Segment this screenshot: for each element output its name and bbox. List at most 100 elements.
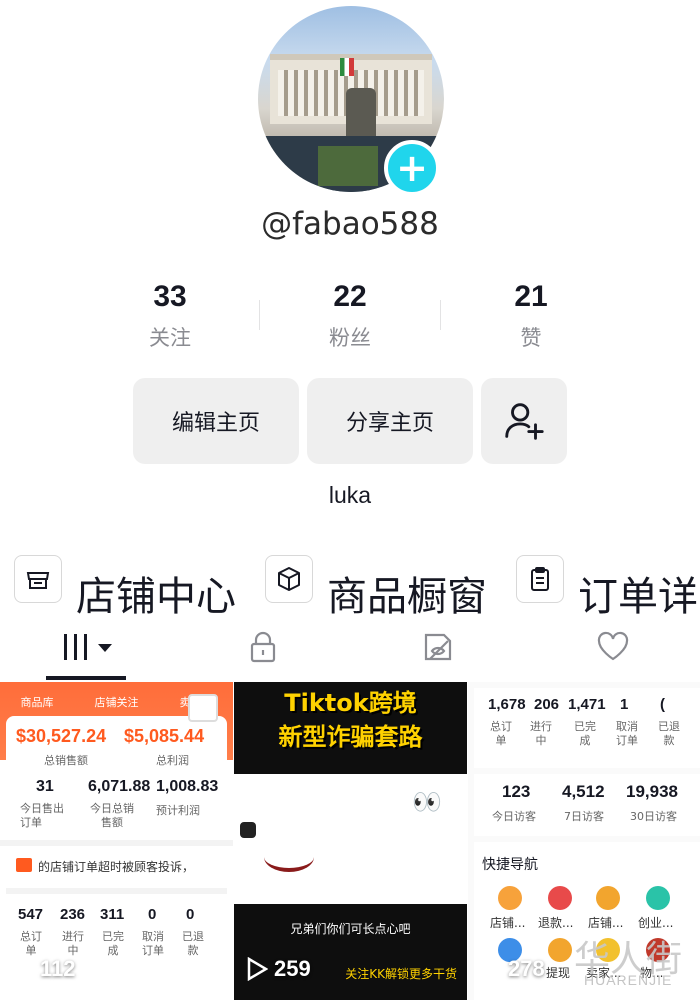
play-icon bbox=[247, 957, 268, 981]
shortcut-product-showcase[interactable]: 商品橱窗 bbox=[265, 536, 487, 622]
video-tile-2[interactable]: Tiktok跨境 新型诈骗套路 👀 兄弟们你们可长点心吧 关注KK解锁更多干货 … bbox=[234, 682, 467, 1000]
tile3-stat-label: 总订单 bbox=[490, 720, 512, 747]
tile1-stat-value: 236 bbox=[60, 906, 86, 923]
tile3-visitor-value: 4,512 bbox=[562, 782, 605, 801]
tile3-nav-label: 店铺... bbox=[588, 916, 624, 930]
shortcut-store-center[interactable]: 店铺中心 bbox=[14, 536, 236, 622]
video-tile-1[interactable]: 商品库 店铺关注 卖家信 $30,527.24 $5,085.44 总销售额 总… bbox=[0, 682, 233, 1000]
avatar-flag-shape bbox=[340, 58, 354, 76]
tile1-stat-value: 547 bbox=[18, 906, 44, 923]
tab-videos[interactable] bbox=[0, 614, 175, 680]
stat-following-label: 关注 bbox=[149, 326, 191, 350]
tile2-swirl-shape bbox=[264, 842, 314, 872]
tile1-profit-total: $5,085.44 bbox=[124, 726, 205, 746]
heart-icon bbox=[597, 631, 628, 661]
tile1-today-sales-label: 今日总销售额 bbox=[90, 802, 134, 829]
tile3-stat-label: 进行中 bbox=[530, 720, 552, 747]
tile1-notice-text: 的店铺订单超时被顾客投诉， bbox=[38, 860, 195, 874]
tile3-stat-label: 已退款 bbox=[658, 720, 680, 747]
lock-icon bbox=[250, 631, 275, 663]
tile3-stat-value: ( bbox=[660, 696, 665, 713]
stat-following[interactable]: 33 关注 bbox=[100, 280, 240, 352]
tile1-stat-label: 总订单 bbox=[20, 930, 42, 957]
add-avatar-button[interactable]: + bbox=[384, 140, 440, 196]
tile3-stat-value: 1 bbox=[620, 696, 629, 713]
stat-divider bbox=[440, 300, 441, 330]
edit-profile-label: 编辑主页 bbox=[171, 411, 260, 436]
add-user-icon bbox=[505, 403, 544, 440]
nav-startup-icon bbox=[646, 886, 670, 910]
tile1-today-orders: 31 bbox=[36, 778, 54, 795]
tab-liked[interactable] bbox=[525, 614, 700, 680]
tile1-expected-profit: 1,008.83 bbox=[156, 778, 219, 795]
tile3-nav-label: 店铺... bbox=[490, 916, 526, 930]
tile3-nav-label: 创业... bbox=[638, 916, 674, 930]
tiktok-logo bbox=[240, 822, 256, 838]
nav-store2-icon bbox=[596, 886, 620, 910]
tile2-footer: 关注KK解锁更多干货 bbox=[345, 967, 457, 981]
tile1-stat-value: 311 bbox=[100, 906, 125, 923]
grid-icon bbox=[63, 634, 112, 660]
tile3-nav-label: 退款... bbox=[538, 916, 574, 930]
play-icon bbox=[13, 957, 34, 981]
tile2-title-line1: Tiktok跨境 bbox=[284, 689, 417, 717]
avatar-statue-shape bbox=[346, 88, 376, 138]
tile3-visitor-value: 19,938 bbox=[626, 782, 678, 801]
nav-refund-icon bbox=[548, 886, 572, 910]
tile2-views: 259 bbox=[274, 956, 311, 981]
stat-likes[interactable]: 21 赞 bbox=[461, 280, 601, 352]
tile1-tab-1: 商品库 bbox=[20, 696, 54, 709]
clipboard-icon bbox=[516, 555, 564, 603]
watermark-text: HUARENJIE bbox=[584, 972, 673, 988]
store-icon bbox=[14, 555, 62, 603]
play-icon bbox=[481, 957, 502, 981]
stat-followers-label: 粉丝 bbox=[329, 326, 371, 350]
tile1-tab-2: 店铺关注 bbox=[94, 696, 139, 709]
tile1-expected-profit-label: 预计利润 bbox=[156, 804, 200, 817]
tile3-view-count: 278 bbox=[480, 956, 545, 982]
share-profile-button[interactable]: 分享主页 bbox=[307, 378, 473, 464]
edit-profile-button[interactable]: 编辑主页 bbox=[133, 378, 299, 464]
speaker-icon bbox=[16, 858, 32, 872]
tile2-subtitle: 兄弟们你们可长点心吧 bbox=[290, 922, 411, 936]
username: @fabao588 bbox=[261, 206, 439, 242]
active-tab-indicator bbox=[46, 676, 126, 680]
tab-private[interactable] bbox=[175, 614, 350, 680]
add-friend-button[interactable] bbox=[481, 378, 567, 464]
tile1-sales-total: $30,527.24 bbox=[16, 726, 107, 746]
tile1-today-orders-label: 今日售出订单 bbox=[20, 802, 64, 829]
tab-hidden[interactable] bbox=[350, 614, 525, 680]
stat-followers[interactable]: 22 粉丝 bbox=[280, 280, 420, 352]
profile-tabs bbox=[0, 614, 700, 680]
plus-icon: + bbox=[396, 146, 428, 190]
shortcut-order-details[interactable]: 订单详 bbox=[516, 536, 698, 622]
tile1-stat-label: 已退款 bbox=[182, 930, 204, 957]
tile3-order-panel: 1,678 206 1,471 1 ( 总订单 进行中 已完成 取消订单 已退款 bbox=[474, 688, 700, 768]
stat-following-value: 33 bbox=[153, 280, 187, 313]
tile2-title: Tiktok跨境 新型诈骗套路 bbox=[234, 682, 467, 754]
tile3-visitor-value: 123 bbox=[502, 782, 531, 801]
tile1-stat-label: 已完成 bbox=[102, 930, 124, 957]
tile3-visitor-label: 今日访客 bbox=[492, 810, 536, 823]
tile3-stat-value: 1,471 bbox=[568, 696, 606, 713]
tile3-stat-value: 1,678 bbox=[488, 696, 526, 713]
stat-likes-label: 赞 bbox=[520, 326, 542, 350]
tile1-view-count: 112 bbox=[12, 956, 76, 982]
tile1-summary-card: $30,527.24 $5,085.44 总销售额 总利润 31 6,071.8… bbox=[6, 716, 227, 829]
box-icon bbox=[265, 555, 313, 603]
tile3-nav-label: 提现 bbox=[546, 966, 571, 980]
tile1-profit-total-label: 总利润 bbox=[156, 754, 189, 767]
tile3-views: 278 bbox=[508, 956, 545, 981]
tile1-stat-value: 0 bbox=[148, 906, 157, 923]
tile1-stat-value: 0 bbox=[186, 906, 195, 923]
tile2-title-line2: 新型诈骗套路 bbox=[278, 723, 423, 751]
tile1-notice: 的店铺订单超时被顾客投诉， bbox=[0, 840, 233, 880]
avatar-sign-shape bbox=[318, 146, 378, 186]
stat-divider bbox=[259, 300, 260, 330]
tile3-visitor-label: 30日访客 bbox=[630, 810, 677, 823]
tile3-visitor-label: 7日访客 bbox=[564, 810, 604, 823]
tile1-today-sales: 6,071.88 bbox=[88, 778, 151, 795]
nav-withdraw-icon bbox=[548, 938, 572, 962]
stat-followers-value: 22 bbox=[333, 280, 367, 313]
tile3-nav-title: 快捷导航 bbox=[482, 857, 538, 873]
